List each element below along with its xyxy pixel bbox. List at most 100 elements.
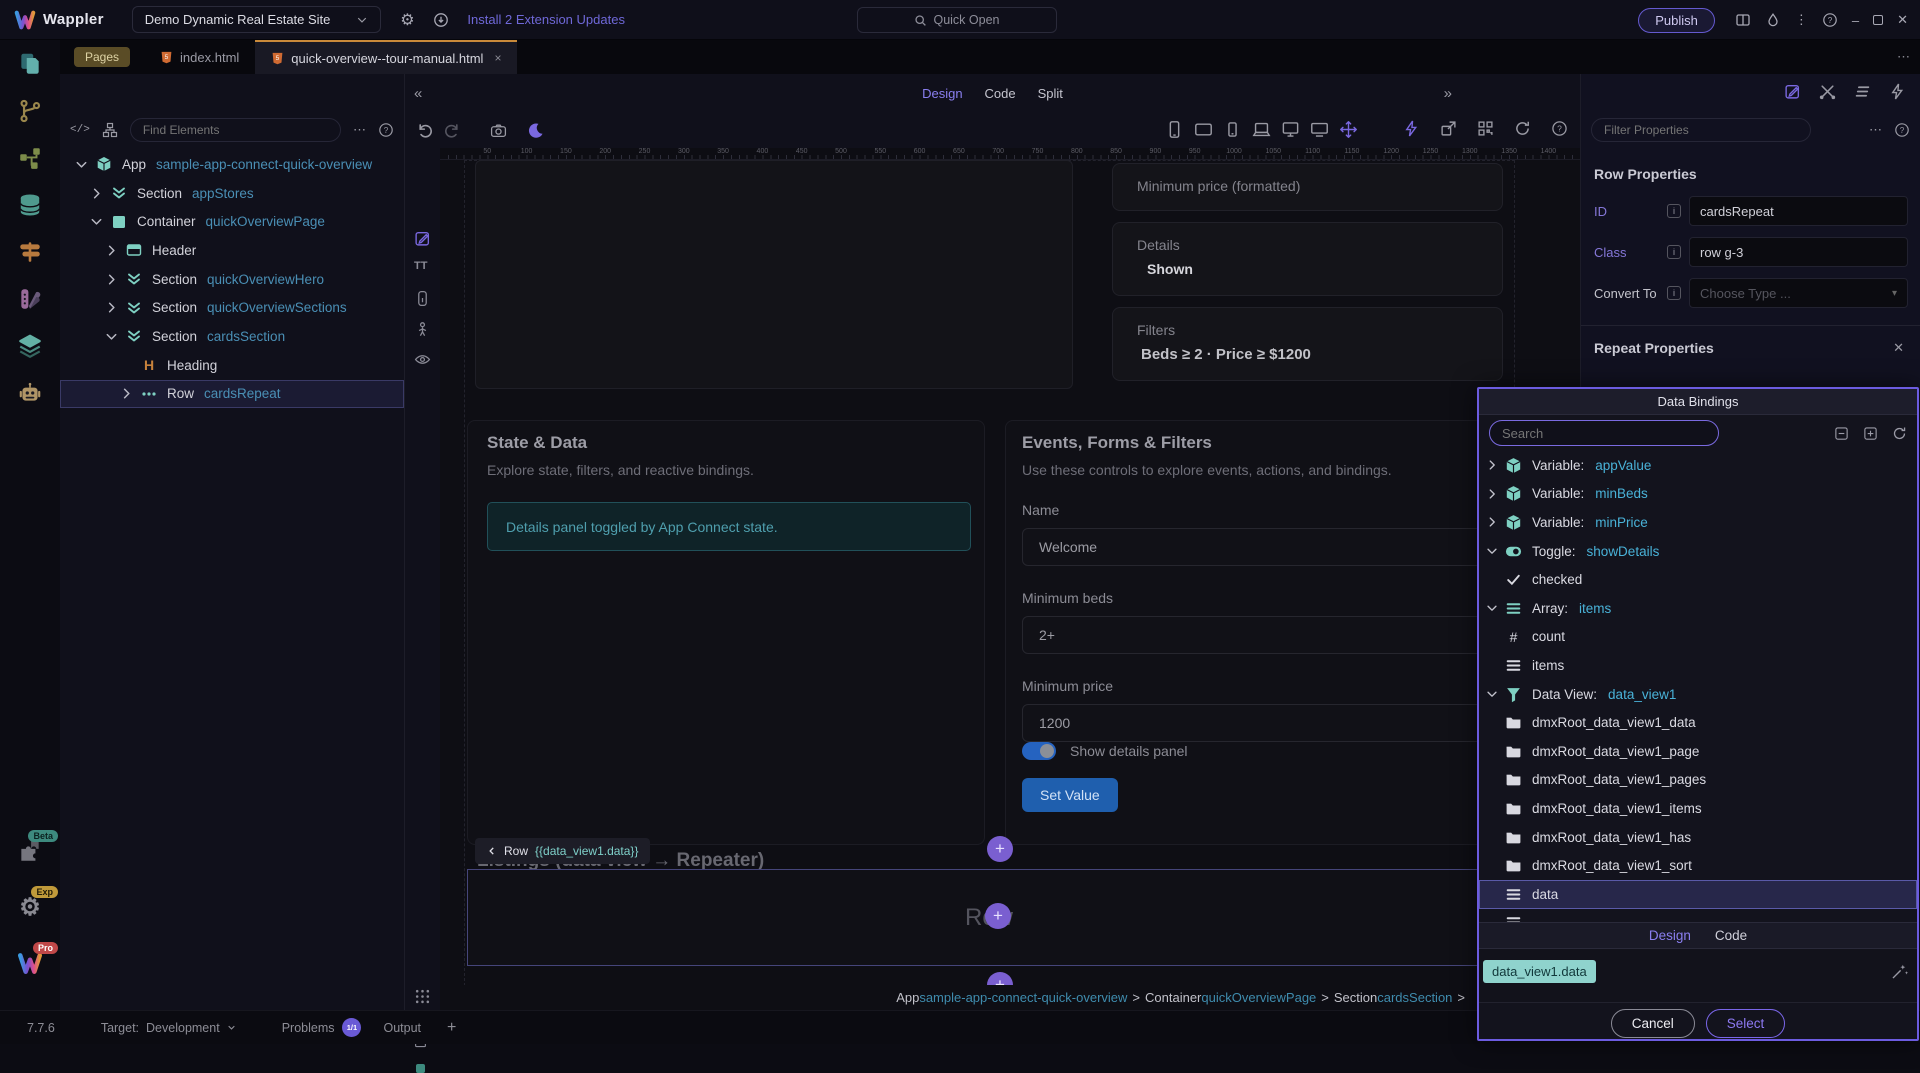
- add-element-button-top[interactable]: +: [987, 836, 1013, 862]
- binding-item-dmxroot_data_view1_items[interactable]: dmxRoot_data_view1_items: [1479, 794, 1917, 823]
- qr-code-icon[interactable]: [1477, 120, 1494, 137]
- properties-help-icon[interactable]: ?: [1894, 122, 1910, 138]
- tab-quick-overview--tour-manual.html[interactable]: 5quick-overview--tour-manual.html×: [255, 40, 517, 74]
- card-min-price[interactable]: Minimum price (formatted): [1112, 163, 1503, 211]
- field-input-name[interactable]: [1022, 528, 1507, 566]
- binding-item-showdetails[interactable]: Toggle:showDetails: [1479, 537, 1917, 566]
- theme-droplet-icon[interactable]: [1765, 12, 1781, 28]
- canvas-help-icon[interactable]: ?: [1551, 120, 1568, 137]
- refresh-icon[interactable]: [1514, 120, 1531, 137]
- target-selector[interactable]: Target: Development: [101, 1021, 236, 1035]
- panel-help-icon[interactable]: ?: [378, 122, 394, 138]
- find-elements-input[interactable]: [130, 118, 341, 142]
- edit-pencil-icon[interactable]: [414, 230, 431, 247]
- add-element-button-middle[interactable]: +: [985, 903, 1011, 929]
- code-view-icon[interactable]: </>: [70, 124, 90, 136]
- inspect-info-icon[interactable]: [414, 290, 431, 307]
- repeat-properties-close-icon[interactable]: ✕: [1893, 340, 1904, 356]
- info-icon[interactable]: i: [1667, 204, 1681, 218]
- rail-pages[interactable]: [0, 40, 60, 87]
- bindings-search-input[interactable]: [1489, 420, 1719, 446]
- binding-item-appvalue[interactable]: Variable:appValue: [1479, 451, 1917, 480]
- binding-item-dmxroot_data_view1_data[interactable]: dmxRoot_data_view1_data: [1479, 708, 1917, 737]
- dialog-tab-design[interactable]: Design: [1649, 928, 1691, 943]
- prop-input-id[interactable]: [1689, 196, 1908, 226]
- view-tab-design[interactable]: Design: [922, 86, 962, 101]
- collapse-all-icon[interactable]: [1834, 426, 1849, 441]
- view-tab-split[interactable]: Split: [1038, 86, 1063, 101]
- redo-icon[interactable]: [443, 122, 460, 139]
- tree-item-appstores[interactable]: SectionappStores: [60, 179, 404, 208]
- minimize-button[interactable]: –: [1852, 13, 1859, 28]
- install-updates-link[interactable]: Install 2 Extension Updates: [467, 12, 625, 27]
- edit-properties-icon[interactable]: [1784, 83, 1801, 100]
- tree-item-quickoverviewhero[interactable]: SectionquickOverviewHero: [60, 265, 404, 294]
- tree-item-quickoverviewsections[interactable]: SectionquickOverviewSections: [60, 293, 404, 322]
- pages-badge[interactable]: Pages: [74, 47, 130, 67]
- dynamic-events-bolt-icon[interactable]: [1889, 83, 1906, 100]
- device-laptop-icon[interactable]: [1252, 120, 1271, 139]
- select-button[interactable]: Select: [1706, 1009, 1786, 1038]
- tab-close-icon[interactable]: ×: [494, 51, 501, 65]
- expand-right-panel-icon[interactable]: »: [1444, 85, 1452, 102]
- structure-tree-icon[interactable]: [102, 122, 118, 138]
- device-monitor-icon[interactable]: [1281, 120, 1300, 139]
- binding-item-dmxroot_data_view1_has[interactable]: dmxRoot_data_view1_has: [1479, 823, 1917, 852]
- rail-experimental[interactable]: ⚙Exp: [0, 890, 60, 924]
- tree-item-cardssection[interactable]: SectioncardsSection: [60, 322, 404, 351]
- hero-placeholder[interactable]: [475, 160, 1073, 389]
- dark-mode-moon-icon[interactable]: [527, 122, 544, 139]
- expression-editor[interactable]: data_view1.data: [1479, 949, 1917, 1002]
- tree-expander-icon[interactable]: [89, 214, 104, 229]
- binding-item-items[interactable]: Array:items: [1479, 594, 1917, 623]
- info-icon[interactable]: i: [1667, 245, 1681, 259]
- tree-expander-icon[interactable]: [104, 272, 119, 287]
- screenshot-camera-icon[interactable]: [490, 122, 507, 139]
- panel-more-icon[interactable]: ⋯: [353, 122, 366, 138]
- set-value-button[interactable]: Set Value: [1022, 778, 1118, 812]
- rail-workflows[interactable]: [0, 134, 60, 181]
- binding-item-items[interactable]: items: [1479, 651, 1917, 680]
- rail-extensions[interactable]: Beta: [0, 834, 60, 868]
- statusbar-add-icon[interactable]: +: [447, 1019, 456, 1037]
- prop-input-class[interactable]: [1689, 237, 1908, 267]
- magic-wand-icon[interactable]: [1891, 963, 1909, 981]
- tree-item-header[interactable]: Header: [60, 236, 404, 265]
- binding-item-data_view1[interactable]: Data View:data_view1: [1479, 680, 1917, 709]
- accessibility-person-icon[interactable]: [414, 321, 431, 338]
- rail-git-manager[interactable]: [0, 87, 60, 134]
- project-selector[interactable]: Demo Dynamic Real Estate Site: [132, 6, 382, 33]
- tree-expander-icon[interactable]: [74, 157, 89, 172]
- collections-stack-icon[interactable]: [1854, 83, 1871, 100]
- binding-item-partial[interactable]: [1479, 909, 1917, 923]
- tree-expander-icon[interactable]: [119, 386, 134, 401]
- maximize-button[interactable]: [1873, 15, 1883, 25]
- settings-gear-icon[interactable]: ⚙: [399, 12, 415, 28]
- binding-item-data[interactable]: data: [1479, 880, 1917, 909]
- binding-item-minbeds[interactable]: Variable:minBeds: [1479, 480, 1917, 509]
- device-tv-icon[interactable]: [1310, 120, 1329, 139]
- rail-ai-assistant[interactable]: [0, 369, 60, 416]
- device-phone-icon[interactable]: [1165, 120, 1184, 139]
- device-move-icon[interactable]: [1339, 120, 1358, 139]
- tree-item-heading[interactable]: HHeading: [60, 351, 404, 380]
- expand-all-icon[interactable]: [1863, 426, 1878, 441]
- tab-index.html[interactable]: 5index.html: [144, 40, 255, 74]
- open-in-browser-icon[interactable]: [1440, 120, 1457, 137]
- view-tab-code[interactable]: Code: [985, 86, 1016, 101]
- device-tabletl-icon[interactable]: [1194, 120, 1213, 139]
- rail-databases[interactable]: [0, 181, 60, 228]
- grid-handle-icon[interactable]: [414, 988, 431, 1005]
- properties-more-icon[interactable]: ⋯: [1869, 122, 1882, 138]
- output-button[interactable]: Output: [383, 1021, 421, 1035]
- kebab-menu-icon[interactable]: ⋮: [1795, 12, 1808, 28]
- help-icon[interactable]: ?: [1822, 12, 1838, 28]
- expression-chip[interactable]: data_view1.data: [1483, 960, 1596, 983]
- field-input-minimum-beds[interactable]: [1022, 616, 1507, 654]
- undo-icon[interactable]: [417, 122, 434, 139]
- close-button[interactable]: ✕: [1897, 12, 1908, 28]
- tree-expander-icon[interactable]: [104, 243, 119, 258]
- rail-routes[interactable]: [0, 228, 60, 275]
- dialog-tab-code[interactable]: Code: [1715, 928, 1747, 943]
- card-details[interactable]: Details Shown: [1112, 222, 1503, 296]
